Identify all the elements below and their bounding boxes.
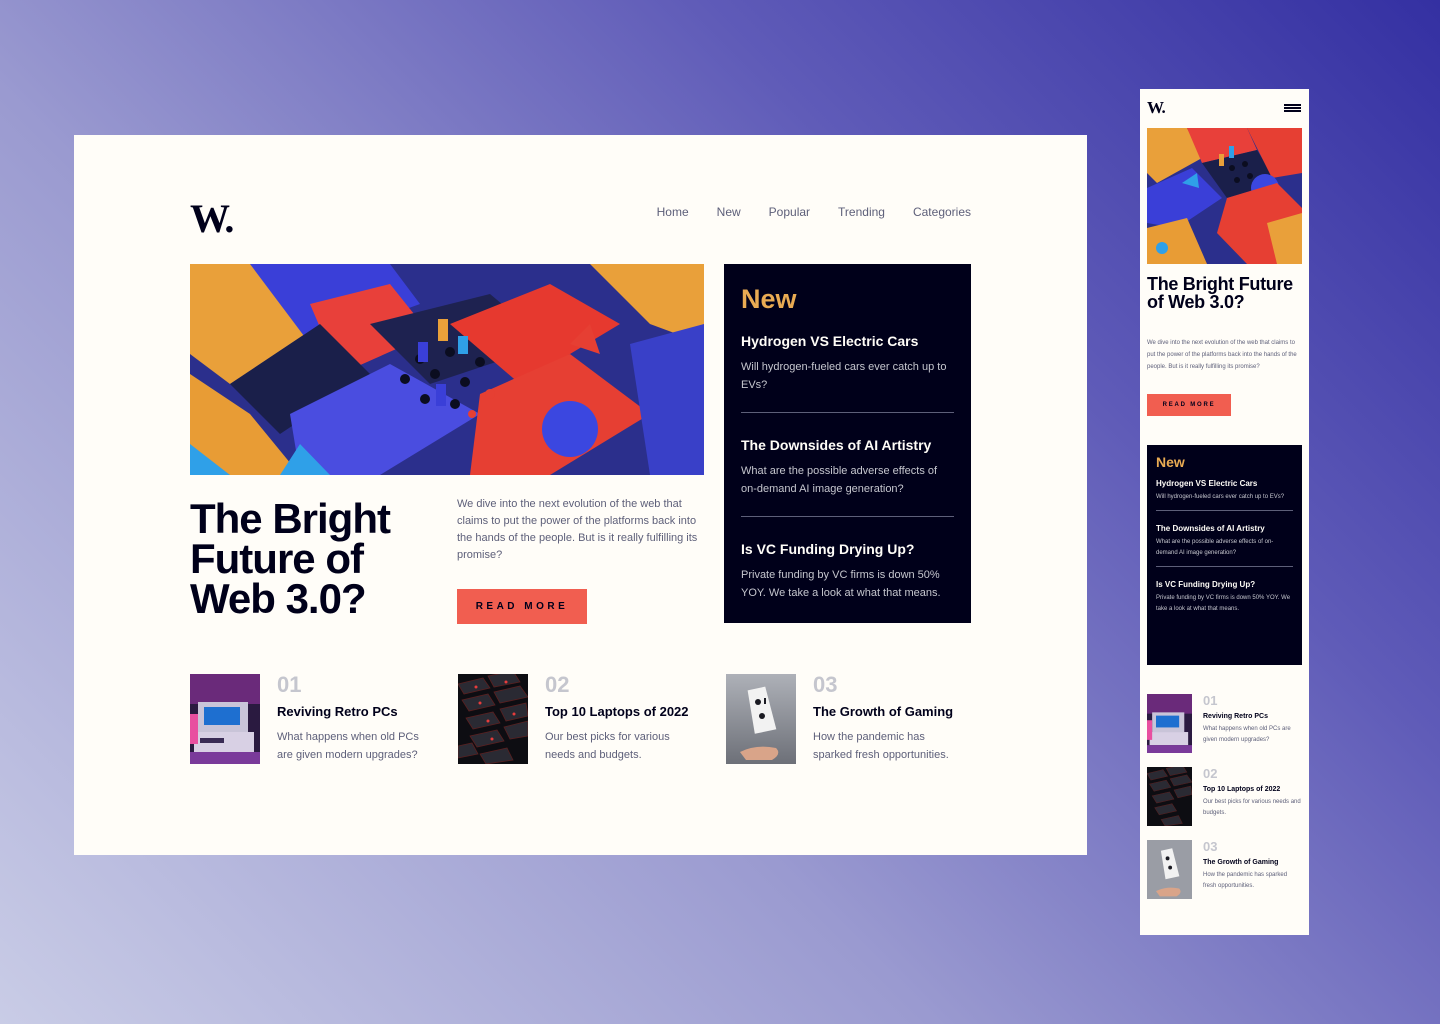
new-item-title[interactable]: The Downsides of AI Artistry (741, 437, 954, 453)
article-number: 01 (277, 672, 302, 697)
gamepad-image (1147, 840, 1192, 899)
new-panel: New Hydrogen VS Electric Cars Will hydro… (1147, 445, 1302, 665)
new-item[interactable]: Is VC Funding Drying Up? Private funding… (1156, 580, 1293, 622)
desktop-preview: W. Home New Popular Trending Categories (74, 135, 1087, 855)
new-item-title[interactable]: Is VC Funding Drying Up? (1156, 580, 1293, 589)
new-item[interactable]: The Downsides of AI Artistry What are th… (1156, 524, 1293, 567)
article-number: 03 (813, 672, 838, 697)
article-list: 01 Reviving Retro PCs What happens when … (190, 674, 959, 764)
article-card[interactable]: 02 Top 10 Laptops of 2022 Our best picks… (458, 674, 691, 764)
hero-description: We dive into the next evolution of the w… (1147, 340, 1297, 370)
article-title[interactable]: The Growth of Gaming (813, 704, 959, 719)
new-item[interactable]: Hydrogen VS Electric Cars Will hydrogen-… (1156, 479, 1293, 511)
retro-pc-image (1147, 694, 1192, 753)
new-item-title[interactable]: Hydrogen VS Electric Cars (1156, 479, 1293, 488)
article-title[interactable]: The Growth of Gaming (1203, 859, 1302, 866)
new-item-text: Private funding by VC firms is down 50% … (741, 569, 941, 599)
retro-pc-image (190, 674, 260, 764)
hero-title: The Bright Future of Web 3.0? (190, 495, 391, 622)
hero-description: We dive into the next evolution of the w… (457, 498, 698, 561)
new-heading: New (741, 284, 797, 314)
article-list: 01 Reviving Retro PCs What happens when … (1147, 694, 1302, 913)
new-panel: New Hydrogen VS Electric Cars Will hydro… (724, 264, 971, 623)
new-item-title[interactable]: The Downsides of AI Artistry (1156, 524, 1293, 533)
article-number: 01 (1203, 693, 1218, 708)
new-heading: New (1156, 454, 1185, 470)
hamburger-menu-icon[interactable] (1284, 104, 1301, 112)
new-item[interactable]: The Downsides of AI Artistry What are th… (741, 437, 954, 517)
article-title[interactable]: Top 10 Laptops of 2022 (545, 704, 691, 719)
article-title[interactable]: Reviving Retro PCs (277, 704, 423, 719)
gamepad-image (726, 674, 796, 764)
main-nav: Home New Popular Trending Categories (657, 205, 971, 219)
hero-title: The Bright Future of Web 3.0? (1147, 274, 1293, 312)
article-card[interactable]: 01 Reviving Retro PCs What happens when … (190, 674, 423, 764)
hero-image (1147, 128, 1302, 264)
nav-new[interactable]: New (717, 205, 741, 219)
logo[interactable]: W. (1147, 98, 1166, 118)
new-item-text: Private funding by VC firms is down 50% … (1156, 595, 1291, 612)
nav-popular[interactable]: Popular (769, 205, 810, 219)
article-text: How the pandemic has sparked fresh oppor… (1203, 872, 1288, 889)
article-card[interactable]: 01 Reviving Retro PCs What happens when … (1147, 694, 1302, 753)
keyboard-image (458, 674, 528, 764)
article-text: How the pandemic has sparked fresh oppor… (813, 731, 949, 761)
article-card[interactable]: 02 Top 10 Laptops of 2022 Our best picks… (1147, 767, 1302, 826)
article-title[interactable]: Top 10 Laptops of 2022 (1203, 786, 1302, 793)
new-item[interactable]: Is VC Funding Drying Up? Private funding… (741, 541, 954, 620)
read-more-button[interactable]: READ MORE (457, 589, 587, 624)
logo[interactable]: W. (190, 195, 234, 242)
nav-trending[interactable]: Trending (838, 205, 885, 219)
new-item-text: Will hydrogen-fueled cars ever catch up … (1156, 494, 1285, 500)
mobile-preview: W. The Bright Future of Web 3.0? We dive… (1140, 89, 1309, 935)
hero-image (190, 264, 704, 475)
article-text: What happens when old PCs are given mode… (1203, 726, 1291, 743)
article-number: 02 (1203, 766, 1218, 781)
article-title[interactable]: Reviving Retro PCs (1203, 713, 1302, 720)
nav-categories[interactable]: Categories (913, 205, 971, 219)
article-card[interactable]: 03 The Growth of Gaming How the pandemic… (1147, 840, 1302, 899)
article-card[interactable]: 03 The Growth of Gaming How the pandemic… (726, 674, 959, 764)
article-text: What happens when old PCs are given mode… (277, 731, 419, 761)
new-item-text: What are the possible adverse effects of… (741, 465, 938, 495)
new-item-title[interactable]: Is VC Funding Drying Up? (741, 541, 954, 557)
article-text: Our best picks for various needs and bud… (545, 731, 670, 761)
keyboard-image (1147, 767, 1192, 826)
new-item[interactable]: Hydrogen VS Electric Cars Will hydrogen-… (741, 333, 954, 413)
article-text: Our best picks for various needs and bud… (1203, 799, 1301, 816)
read-more-button[interactable]: READ MORE (1147, 394, 1231, 416)
new-item-text: Will hydrogen-fueled cars ever catch up … (741, 361, 947, 391)
article-number: 02 (545, 672, 570, 697)
article-number: 03 (1203, 839, 1218, 854)
new-item-text: What are the possible adverse effects of… (1156, 539, 1274, 556)
new-item-title[interactable]: Hydrogen VS Electric Cars (741, 333, 954, 349)
nav-home[interactable]: Home (657, 205, 689, 219)
